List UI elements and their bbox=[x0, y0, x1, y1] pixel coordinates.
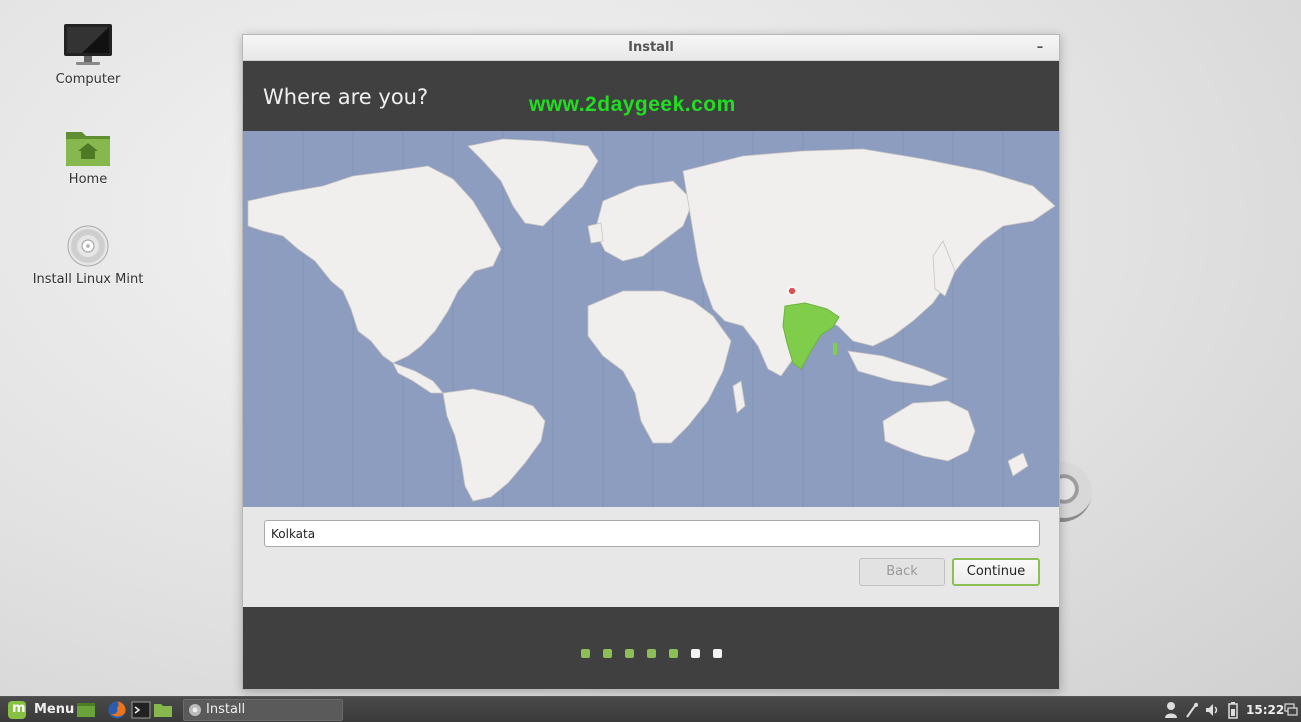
page-title: Where are you? bbox=[263, 85, 429, 109]
desktop-icon-label: Install Linux Mint bbox=[32, 272, 144, 287]
location-pin-icon bbox=[787, 286, 797, 296]
taskbar: Menu Install 15:22 bbox=[0, 696, 1301, 722]
disc-icon bbox=[67, 225, 109, 267]
home-folder-icon bbox=[66, 132, 110, 166]
progress-footer bbox=[243, 607, 1059, 689]
progress-dot bbox=[647, 649, 656, 658]
minimize-button[interactable]: – bbox=[1033, 35, 1047, 61]
timezone-map[interactable] bbox=[243, 131, 1059, 507]
desktop-icon-home[interactable]: Home bbox=[28, 126, 148, 187]
start-menu-button[interactable]: Menu bbox=[8, 699, 75, 720]
desktop-icon-label: Home bbox=[68, 172, 108, 187]
window-title: Install bbox=[628, 40, 674, 55]
watermark-text: www.2daygeek.com bbox=[529, 93, 736, 116]
window-titlebar[interactable]: Install – bbox=[243, 35, 1059, 61]
page-header: Where are you? www.2daygeek.com bbox=[243, 61, 1059, 131]
volume-icon[interactable] bbox=[1205, 701, 1221, 719]
selected-region-india bbox=[782, 302, 840, 370]
desktop-icon-install[interactable]: Install Linux Mint bbox=[28, 224, 148, 287]
terminal-icon[interactable] bbox=[131, 700, 151, 720]
progress-dot bbox=[713, 649, 722, 658]
progress-dot bbox=[669, 649, 678, 658]
task-label: Install bbox=[206, 702, 246, 717]
show-desktop-icon[interactable] bbox=[76, 700, 96, 720]
progress-dots bbox=[581, 643, 735, 662]
installer-window: Install – Where are you? www.2daygeek.co… bbox=[242, 34, 1060, 690]
continue-button[interactable]: Continue bbox=[952, 558, 1040, 586]
disc-icon bbox=[189, 704, 201, 716]
progress-dot bbox=[603, 649, 612, 658]
menu-label: Menu bbox=[34, 702, 75, 717]
network-icon[interactable] bbox=[1185, 701, 1199, 719]
progress-dot bbox=[625, 649, 634, 658]
battery-icon[interactable] bbox=[1228, 701, 1238, 719]
desktop-icon-computer[interactable]: Computer bbox=[28, 22, 148, 87]
back-button[interactable]: Back bbox=[859, 558, 945, 586]
world-map-graphic bbox=[247, 131, 1056, 507]
progress-dot bbox=[691, 649, 700, 658]
timezone-input[interactable] bbox=[264, 520, 1040, 547]
mint-logo-icon bbox=[8, 699, 26, 719]
files-icon[interactable] bbox=[153, 700, 173, 720]
user-icon[interactable] bbox=[1164, 701, 1178, 719]
taskbar-item-install[interactable]: Install bbox=[183, 699, 343, 721]
progress-dot bbox=[581, 649, 590, 658]
desktop-icon-label: Computer bbox=[55, 72, 121, 87]
monitor-icon bbox=[64, 24, 112, 65]
display-icon[interactable] bbox=[1284, 701, 1298, 719]
firefox-icon[interactable] bbox=[107, 700, 127, 720]
clock[interactable]: 15:22 bbox=[1246, 700, 1284, 720]
